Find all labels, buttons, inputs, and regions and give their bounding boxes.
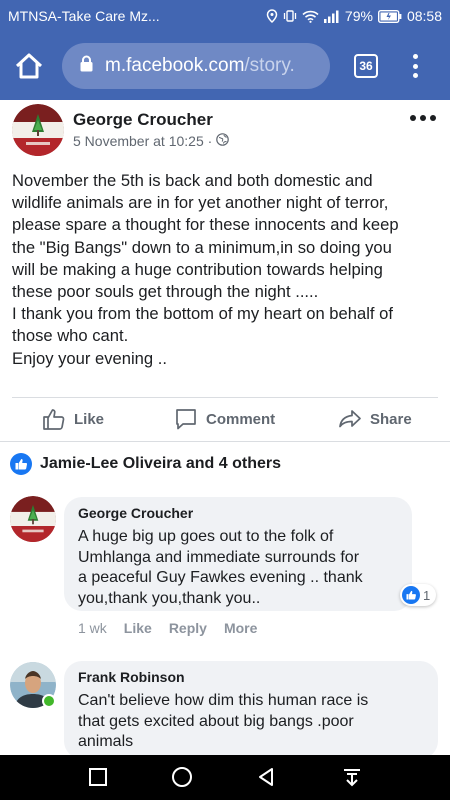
comment-bubble: George Croucher A huge big up goes out t… [64, 497, 412, 611]
commenter-name[interactable]: George Croucher [78, 505, 398, 521]
facebook-mobile-app: MTNSA-Take Care Mz... 79% 08:58 m.facebo… [0, 0, 450, 800]
thumbs-up-icon [43, 409, 65, 430]
comment-reaction-badge[interactable]: 1 [400, 584, 437, 606]
post-text-line: please spare a thought for these innocen… [12, 215, 399, 235]
system-nav-bar [0, 755, 450, 800]
comment-meta: 1 wk Like Reply More [78, 620, 257, 636]
battery-icon [377, 9, 402, 23]
reactions-text: Jamie-Lee Oliveira and 4 others [40, 455, 281, 472]
post-body: November the 5th is back and both domest… [12, 170, 438, 370]
comment-button[interactable]: Comment [174, 398, 275, 440]
author-name[interactable]: George Croucher [73, 110, 213, 130]
like-reaction-icon [10, 453, 32, 475]
lock-icon [80, 55, 93, 78]
online-status-indicator [42, 694, 56, 708]
home-button[interactable] [14, 52, 44, 80]
share-button[interactable]: Share [338, 398, 412, 440]
post-options-button[interactable] [410, 112, 436, 124]
menu-dot [412, 63, 418, 69]
browser-toolbar: m.facebook.com/story. 36 [0, 32, 450, 100]
status-icons: 79% 08:58 [266, 8, 442, 24]
circle-icon [172, 767, 192, 787]
pull-down-icon [344, 769, 360, 787]
battery-percent: 79% [344, 8, 373, 24]
options-dot [420, 115, 426, 121]
home-icon [15, 53, 43, 79]
comment-text: A huge big up goes out to the folk of Um… [78, 527, 398, 609]
comment-reply-link[interactable]: Reply [169, 620, 207, 636]
recents-button[interactable] [86, 765, 110, 789]
signal-icon [323, 10, 340, 23]
browser-menu-button[interactable] [405, 52, 425, 80]
divider [0, 441, 450, 442]
home-nav-button[interactable] [170, 765, 194, 789]
post-text-line: will be making a huge contribution towar… [12, 259, 383, 279]
location-icon [266, 9, 278, 23]
comment-text-line: Umhlanga and immediate surrounds for [78, 548, 360, 566]
tab-switcher-button[interactable]: 36 [354, 54, 378, 78]
comment-more-link[interactable]: More [224, 620, 257, 636]
vibrate-icon [283, 9, 297, 23]
post-text-line: November the 5th is back and both domest… [12, 171, 373, 190]
comment-text: Can't believe how dim this human race is… [78, 691, 424, 753]
post-text-line: the "Big Bangs" down to a minimum,in so … [12, 237, 392, 257]
post-date-text: 5 November at 10:25 · [73, 133, 213, 149]
comment-age[interactable]: 1 wk [78, 620, 107, 636]
url-host: m.facebook.com [105, 55, 245, 76]
post-text-line: those who cant. [12, 326, 129, 346]
comment-like-link[interactable]: Like [124, 620, 152, 636]
comment-bubble: Frank Robinson Can't believe how dim thi… [64, 661, 438, 759]
comment-text-line: animals [78, 733, 134, 750]
commenter-name[interactable]: Frank Robinson [78, 669, 424, 685]
comment-label: Comment [206, 410, 276, 428]
post-timestamp[interactable]: 5 November at 10:25 · [73, 133, 230, 149]
public-globe-icon [216, 133, 230, 149]
back-triangle-icon [259, 768, 273, 786]
carrier-name: MTNSA-Take Care Mz... [8, 8, 160, 24]
comment-text-line: a peaceful Guy Fawkes evening .. thank [78, 569, 363, 586]
square-icon [89, 768, 107, 786]
options-dot [430, 115, 436, 121]
menu-dot [412, 54, 418, 59]
clock: 08:58 [406, 8, 442, 24]
commenter-avatar[interactable] [10, 496, 56, 542]
like-label: Like [74, 410, 105, 428]
back-button[interactable] [254, 765, 278, 789]
post-header: George Croucher 5 November at 10:25 · [0, 100, 450, 162]
like-reaction-icon [402, 586, 420, 604]
post-text-line: I thank you from the bottom of my heart … [12, 304, 393, 324]
menu-dot [412, 73, 418, 78]
comment-bubble-icon [176, 409, 196, 430]
share-arrow-icon [339, 410, 361, 428]
url-path: /story. [244, 55, 295, 76]
wifi-icon [302, 10, 319, 23]
status-bar: MTNSA-Take Care Mz... 79% 08:58 [0, 0, 450, 32]
notification-pull-button[interactable] [340, 765, 364, 789]
post-actions: Like Comment Share [0, 398, 450, 440]
url-bar[interactable]: m.facebook.com/story. [62, 43, 330, 89]
comment-text-line: A huge big up goes out to the folk of [78, 528, 334, 545]
comment-text-line: that gets excited about big bangs .poor [78, 712, 354, 730]
like-button[interactable]: Like [42, 398, 104, 440]
share-label: Share [370, 410, 412, 428]
comment-reaction-count: 1 [423, 587, 431, 603]
post-text-line: wildlife animals are in for yet another … [12, 193, 389, 213]
comment-text-line: you,thank you,thank you.. [78, 589, 261, 607]
reactions-summary[interactable]: Jamie-Lee Oliveira and 4 others [10, 452, 281, 476]
author-avatar[interactable] [12, 104, 64, 156]
options-dot [410, 115, 416, 121]
post-text-line: these poor souls get through the night .… [12, 282, 319, 302]
post-text-line: Enjoy your evening .. [12, 348, 167, 368]
comment-text-line: Can't believe how dim this human race is [78, 692, 369, 709]
